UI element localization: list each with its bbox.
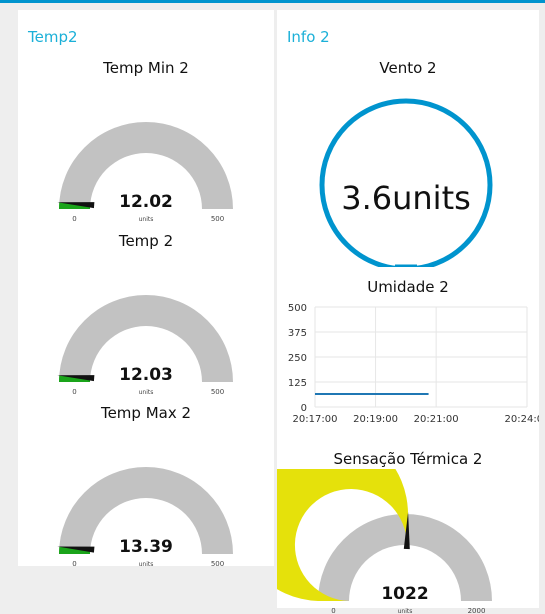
chart-y-tick-label: 500: [288, 303, 307, 314]
gauge-min-label: 0: [72, 388, 76, 396]
gauge-units: units: [139, 389, 154, 396]
gauge-min-label: 0: [72, 215, 76, 223]
chart-x-tick-label: 20:21:00: [414, 414, 459, 425]
gauge-min-label: 0: [72, 560, 76, 568]
gauge-max-label: 500: [211, 388, 224, 396]
chart-x-tick-label: 20:19:00: [353, 414, 398, 425]
gauge-units: units: [139, 216, 154, 223]
gauge: 12.02 units 0 500: [57, 122, 233, 223]
sensacao-card: Sensação Térmica 2 1022 units 0 2000: [277, 447, 539, 614]
sensacao-label: Sensação Térmica 2: [333, 450, 483, 468]
vento-label: Vento 2: [379, 59, 437, 77]
gauge-value: 1022: [381, 584, 428, 604]
gauge-label: Temp 2: [118, 232, 174, 250]
gauge: 1022 units 0 2000: [277, 469, 492, 614]
gauge-label: Temp Max 2: [100, 404, 192, 422]
gauge-value: 13.39: [119, 537, 173, 557]
gauge-card-temp-max: Temp Max 2 13.39 units 0 500: [18, 400, 274, 568]
vento-value: 3.6units: [341, 179, 471, 217]
gauge-units: units: [139, 561, 154, 568]
vento-card: Vento 2 3.6units: [277, 55, 539, 267]
gauge-units: units: [398, 608, 413, 614]
panel-temp2: Temp2 Temp Min 2 12.02 units 0 500 Temp …: [18, 10, 274, 568]
gauge-max-label: 2000: [468, 607, 486, 614]
gauge-max-label: 500: [211, 560, 224, 568]
gauge-min-label: 0: [331, 607, 335, 614]
umidade-chart: 500 375 250 125 020:17:00 20:19:00 20:21:00 20:…: [288, 303, 539, 425]
gauge: 12.03 units 0 500: [57, 295, 233, 396]
panel-title-temp2: Temp2: [28, 28, 78, 46]
chart-y-tick-label: 0: [301, 403, 307, 414]
umidade-label: Umidade 2: [367, 278, 449, 296]
gauge-label: Temp Min 2: [103, 59, 189, 77]
chart-x-tick-label: 20:17:00: [293, 414, 338, 425]
gauge-value: 12.02: [119, 192, 173, 212]
gauge-card-temp: Temp 2 12.03 units 0 500: [18, 228, 274, 396]
top-accent-bar: [0, 0, 545, 3]
panel-title-info2: Info 2: [287, 28, 330, 46]
umidade-card: Umidade 2 500 375 250 125 0 20:17:00 20:19:00 2…: [277, 275, 539, 440]
gauge: 13.39 units 0 500: [57, 467, 233, 568]
vento-donut: 3.6units: [319, 98, 493, 267]
gauge-max-label: 500: [211, 215, 224, 223]
gauge-card-temp-min: Temp Min 2 12.02 units 0 500: [18, 55, 274, 223]
chart-y-tick-label: 250: [288, 353, 307, 364]
chart-x-tick-label: 20:24:00: [505, 414, 539, 425]
chart-y-tick-label: 375: [288, 328, 307, 339]
chart-y-tick-label: 125: [288, 378, 307, 389]
gauge-value: 12.03: [119, 365, 173, 385]
panel-info2: Info 2 Vento 2 3.6units Umidade 2 500 375…: [277, 10, 539, 614]
